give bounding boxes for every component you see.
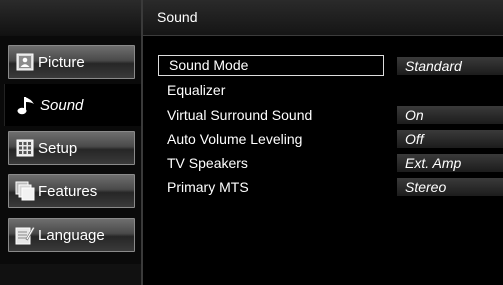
page-title: Sound [157, 9, 198, 25]
menu-row-label[interactable]: Virtual Surround Sound [157, 105, 383, 125]
features-cards-icon [15, 181, 35, 201]
sidebar-item-picture[interactable]: Picture [8, 45, 135, 79]
menu-row-label[interactable]: Sound Mode [158, 55, 384, 76]
menu-row-label[interactable]: Primary MTS [157, 177, 383, 197]
sidebar-item-label: Setup [38, 139, 78, 157]
menu-header: Sound [143, 0, 503, 36]
sidebar-item-sound[interactable]: Sound [4, 84, 141, 126]
sidebar-footer-band [0, 264, 141, 285]
sidebar-item-language[interactable]: Language [8, 218, 135, 252]
sidebar: Picture Sound Setup Features Language [0, 0, 141, 285]
menu-row-value[interactable]: Off [397, 130, 503, 148]
sound-menu-list: Sound Mode Standard Equalizer Virtual Su… [143, 36, 503, 285]
menu-row-label[interactable]: Auto Volume Leveling [157, 129, 383, 149]
menu-row-value[interactable]: Ext. Amp [397, 154, 503, 172]
sidebar-item-label: Features [38, 182, 98, 200]
menu-row-label[interactable]: TV Speakers [157, 153, 383, 173]
sidebar-item-label: Language [38, 226, 105, 244]
music-note-icon [17, 95, 37, 115]
language-pencil-icon [15, 225, 35, 245]
tv-menu-screen: Picture Sound Setup Features Language So… [0, 0, 503, 285]
sidebar-header-band [0, 0, 141, 36]
sidebar-item-features[interactable]: Features [8, 174, 135, 208]
setup-grid-icon [15, 138, 35, 158]
sidebar-item-label: Sound [40, 96, 84, 114]
sidebar-item-setup[interactable]: Setup [8, 131, 135, 165]
menu-row-value[interactable]: Stereo [397, 178, 503, 196]
menu-row-label[interactable]: Equalizer [157, 80, 383, 100]
picture-icon [15, 52, 35, 72]
sidebar-item-label: Picture [38, 53, 85, 71]
menu-row-value[interactable]: On [397, 106, 503, 124]
menu-row-value[interactable]: Standard [397, 57, 503, 75]
